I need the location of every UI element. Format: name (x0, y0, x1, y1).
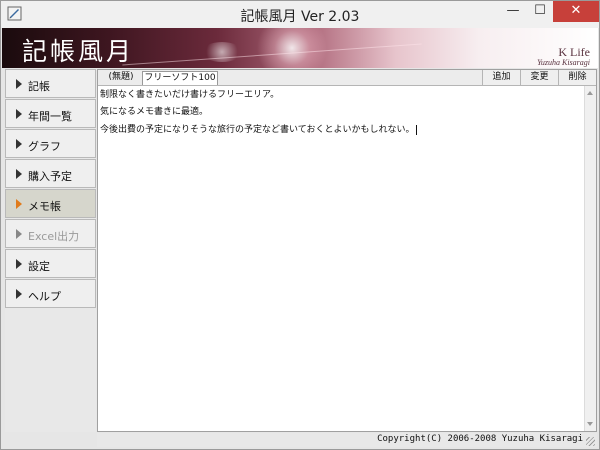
sidebar-item-label: 記帳 (28, 80, 50, 93)
close-button[interactable]: ✕ (553, 1, 599, 22)
sidebar-item-annual-list[interactable]: 年間一覧 (5, 99, 96, 128)
arrow-right-icon (16, 79, 22, 89)
sidebar-item-purchase-plan[interactable]: 購入予定 (5, 159, 96, 188)
sidebar-item-excel-export[interactable]: Excel出力 (5, 219, 96, 248)
arrow-right-icon (16, 199, 22, 209)
sidebar-nav: 記帳 年間一覧 グラフ 購入予定 メモ帳 Excel出力 設定 ヘルプ (5, 69, 96, 432)
memo-text-area[interactable]: 制限なく書きたいだけ書けるフリーエリア。 気になるメモ書きに最適。 今後出費の予… (98, 86, 584, 431)
memo-tab-freesoft100[interactable]: フリーソフト100 (142, 71, 218, 85)
status-bar: Copyright(C) 2006-2008 Yuzuha Kisaragi (97, 433, 597, 447)
brand-name: K Life (558, 45, 590, 59)
header-banner: 記帳風月 K Life Yuzuha Kisaragi (2, 28, 598, 68)
sidebar-item-help[interactable]: ヘルプ (5, 279, 96, 308)
add-button[interactable]: 追加 (482, 70, 520, 85)
arrow-right-icon (16, 259, 22, 269)
resize-grip-icon[interactable] (586, 437, 595, 446)
app-window: 記帳風月 Ver 2.03 — ☐ ✕ 記帳風月 K Life Yuzuha K… (0, 0, 600, 450)
sidebar-item-label: メモ帳 (28, 200, 61, 213)
memo-tab-bar: (無題) フリーソフト100 追加 変更 削除 (98, 70, 596, 86)
maximize-button[interactable]: ☐ (527, 1, 553, 22)
scroll-up-icon[interactable] (587, 91, 593, 95)
memo-line: 気になるメモ書きに最適。 (100, 107, 209, 117)
brand-author: Yuzuha Kisaragi (537, 58, 590, 67)
sidebar-item-settings[interactable]: 設定 (5, 249, 96, 278)
sidebar-item-label: ヘルプ (28, 290, 61, 303)
memo-panel: (無題) フリーソフト100 追加 変更 削除 制限なく書きたいだけ書けるフリー… (97, 69, 597, 432)
title-bar[interactable]: 記帳風月 Ver 2.03 — ☐ ✕ (1, 1, 599, 28)
delete-button[interactable]: 削除 (558, 70, 596, 85)
banner-title: 記帳風月 (22, 37, 135, 66)
sidebar-item-label: 購入予定 (28, 170, 72, 183)
memo-line: 制限なく書きたいだけ書けるフリーエリア。 (100, 90, 280, 100)
scroll-down-icon[interactable] (587, 422, 593, 426)
sidebar-item-kicho[interactable]: 記帳 (5, 69, 96, 98)
arrow-right-icon (16, 109, 22, 119)
sidebar-item-memo[interactable]: メモ帳 (5, 189, 96, 218)
memo-line: 今後出費の予定になりそうな旅行の予定など書いておくとよいかもしれない。 (100, 122, 418, 135)
memo-line-text: 今後出費の予定になりそうな旅行の予定など書いておくとよいかもしれない。 (100, 125, 415, 135)
minimize-button[interactable]: — (499, 1, 527, 22)
arrow-right-icon (16, 229, 22, 239)
edit-button[interactable]: 変更 (520, 70, 558, 85)
memo-tab-untitled[interactable]: (無題) (100, 71, 142, 85)
vertical-scrollbar[interactable] (584, 86, 596, 431)
arrow-right-icon (16, 289, 22, 299)
arrow-right-icon (16, 169, 22, 179)
sidebar-item-label: Excel出力 (28, 230, 80, 243)
sidebar-item-label: グラフ (28, 140, 61, 153)
sidebar-item-graph[interactable]: グラフ (5, 129, 96, 158)
banner-light-decoration (252, 28, 332, 68)
text-caret (416, 124, 418, 135)
sidebar-item-label: 設定 (28, 260, 50, 273)
arrow-right-icon (16, 139, 22, 149)
sidebar-item-label: 年間一覧 (28, 110, 72, 123)
copyright-text: Copyright(C) 2006-2008 Yuzuha Kisaragi (377, 434, 583, 444)
brand-logo: K Life Yuzuha Kisaragi (537, 46, 590, 68)
